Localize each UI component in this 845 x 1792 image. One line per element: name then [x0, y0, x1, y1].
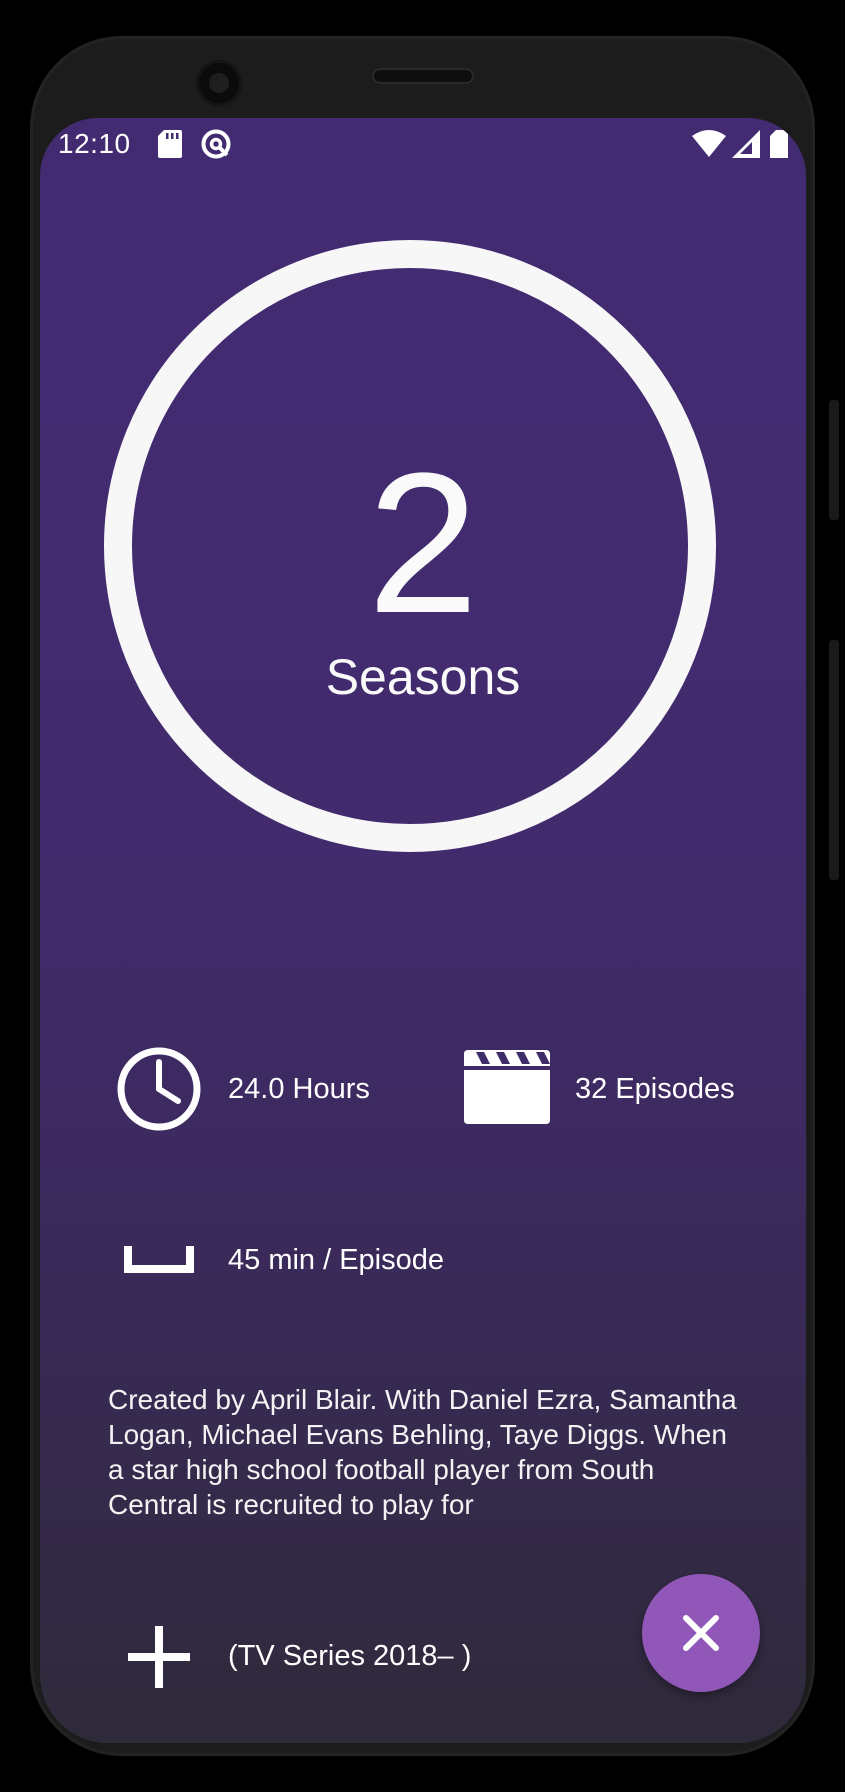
plus-icon [128, 1626, 190, 1693]
power-button [829, 640, 839, 880]
wifi-icon [692, 130, 726, 163]
close-icon [682, 1614, 720, 1657]
series-description: Created by April Blair. With Daniel Ezra… [108, 1384, 737, 1520]
total-hours: 24.0 Hours [228, 1073, 370, 1105]
close-button[interactable] [642, 1574, 760, 1692]
space-bar-icon [124, 1246, 194, 1279]
battery-icon [770, 130, 788, 163]
total-episodes: 32 Episodes [575, 1073, 735, 1105]
front-camera [196, 60, 242, 106]
episode-runtime: 45 min / Episode [228, 1244, 445, 1276]
signal-icon [732, 130, 760, 163]
status-bar: 12:10 [40, 118, 806, 173]
sd-card-icon [158, 130, 182, 163]
phone-frame: 12:10 2 Seasons 24.0 Hours 32 Episodes 4… [0, 0, 845, 1792]
status-time: 12:10 [58, 128, 131, 159]
earpiece-speaker [372, 68, 474, 84]
series-years: (TV Series 2018– ) [228, 1640, 472, 1672]
season-count: 2 [367, 432, 479, 655]
volume-button [829, 400, 839, 520]
clapperboard-icon [464, 1050, 550, 1129]
clock-icon [116, 1046, 202, 1137]
vpn-icon [200, 128, 232, 165]
app-screen: 12:10 2 Seasons 24.0 Hours 32 Episodes 4… [40, 118, 806, 1743]
season-label: Seasons [325, 649, 521, 705]
